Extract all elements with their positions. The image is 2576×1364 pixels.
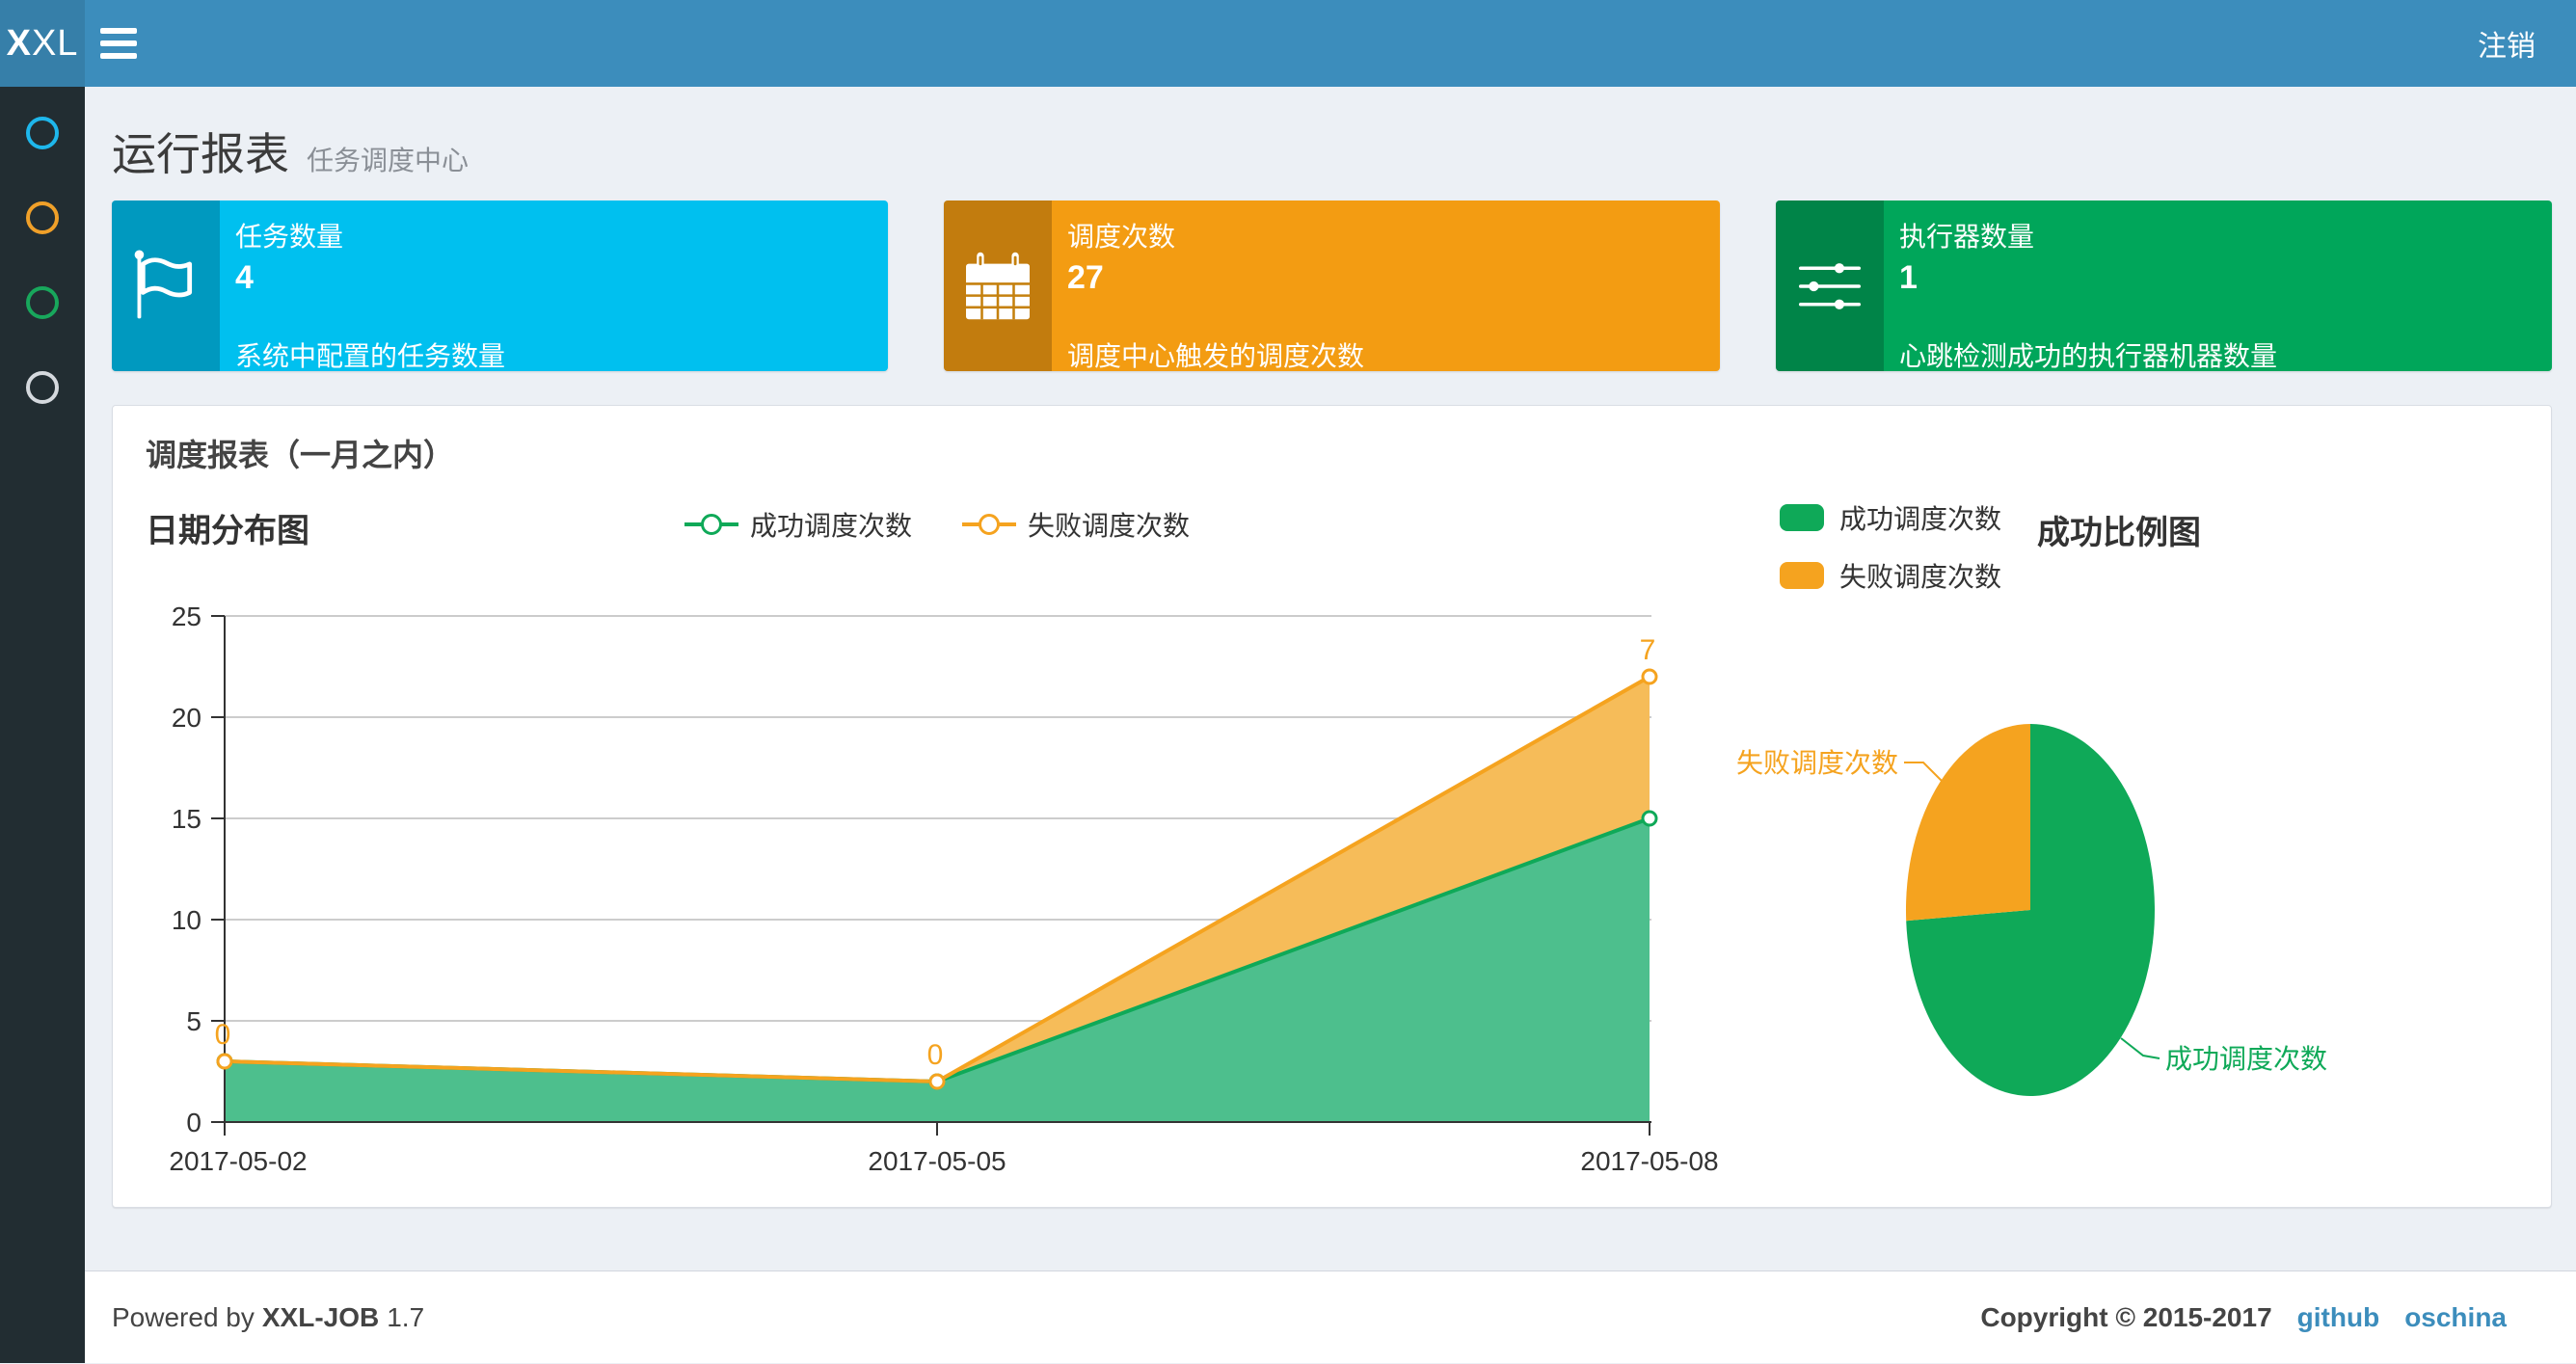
x-tick: 2017-05-08 bbox=[1580, 1146, 1718, 1176]
sidebar-item-dashboard[interactable] bbox=[0, 91, 85, 175]
logout-link[interactable]: 注销 bbox=[2437, 0, 2576, 87]
info-box-label: 任务数量 bbox=[235, 222, 344, 252]
info-box-content: 调度次数 27 调度中心触发的调度次数 bbox=[1052, 201, 1720, 371]
top-navbar: X XL 注销 bbox=[0, 0, 2576, 87]
circle-icon bbox=[26, 201, 59, 234]
product-version: 1.7 bbox=[387, 1302, 425, 1332]
circle-icon bbox=[26, 117, 59, 149]
data-label: 7 bbox=[1640, 634, 1656, 666]
product-name: XXL-JOB bbox=[261, 1302, 380, 1332]
y-tick: 10 bbox=[172, 905, 201, 935]
info-box-label: 调度次数 bbox=[1067, 222, 1176, 252]
success-label-line bbox=[2120, 1037, 2160, 1059]
page-header: 运行报表 任务调度中心 bbox=[112, 120, 469, 187]
x-axis-labels: 2017-05-02 2017-05-05 2017-05-08 bbox=[169, 1146, 1718, 1176]
info-box-job-count: 任务数量 4 系统中配置的任务数量 bbox=[112, 201, 888, 371]
info-box-content: 任务数量 4 系统中配置的任务数量 bbox=[220, 201, 888, 371]
logo-rest: XL bbox=[31, 22, 79, 64]
report-panel: 调度报表（一月之内） 日期分布图 成功调度次数 失败调度次数 成功调度次数 失败… bbox=[112, 405, 2552, 1208]
info-box-content: 执行器数量 1 心跳检测成功的执行器机器数量 bbox=[1884, 201, 2552, 371]
y-tick: 15 bbox=[172, 804, 201, 834]
footer: Powered by XXL-JOB 1.7 Copyright © 2015-… bbox=[85, 1270, 2576, 1363]
y-tick: 25 bbox=[172, 602, 201, 631]
hamburger-bar bbox=[100, 53, 137, 59]
hamburger-bar bbox=[100, 40, 137, 46]
calendar-icon bbox=[944, 201, 1052, 371]
logo-bold: X bbox=[6, 22, 32, 64]
sidebar-item-jobs[interactable] bbox=[0, 175, 85, 260]
point-marker bbox=[1641, 668, 1658, 685]
circle-icon bbox=[26, 286, 59, 319]
point-marker bbox=[928, 1073, 946, 1090]
page-title: 运行报表 bbox=[112, 129, 289, 179]
point-marker bbox=[216, 1053, 233, 1070]
powered-prefix: Powered by bbox=[112, 1302, 255, 1332]
sidebar-item-logs[interactable] bbox=[0, 345, 85, 430]
x-tick: 2017-05-02 bbox=[169, 1146, 307, 1176]
y-tick: 20 bbox=[172, 703, 201, 733]
info-box-value: 1 bbox=[1899, 259, 1918, 296]
y-tick: 5 bbox=[186, 1006, 201, 1036]
flag-icon bbox=[112, 201, 220, 371]
data-label: 0 bbox=[215, 1019, 231, 1051]
info-box-description: 系统中配置的任务数量 bbox=[235, 341, 506, 371]
github-link[interactable]: github bbox=[2297, 1302, 2380, 1333]
y-axis-labels: 0 5 10 15 20 25 bbox=[172, 602, 201, 1137]
summary-info-boxes: 任务数量 4 系统中配置的任务数量 调度次数 27 调度中心触发的调度次数 执行… bbox=[112, 201, 2552, 371]
app-logo[interactable]: X XL bbox=[0, 0, 85, 87]
sidebar bbox=[0, 87, 85, 1363]
info-box-value: 27 bbox=[1067, 259, 1104, 296]
footer-copyright: Copyright © 2015-2017 github oschina bbox=[1980, 1271, 2507, 1364]
hamburger-bar bbox=[100, 28, 137, 34]
copyright-text: Copyright © 2015-2017 bbox=[1980, 1302, 2272, 1332]
pie-label-success: 成功调度次数 bbox=[2165, 1044, 2327, 1074]
footer-powered-by: Powered by XXL-JOB 1.7 bbox=[112, 1271, 424, 1364]
sliders-icon bbox=[1776, 201, 1884, 371]
pie-label-fail: 失败调度次数 bbox=[1736, 748, 1898, 778]
page-subtitle: 任务调度中心 bbox=[307, 146, 470, 175]
sidebar-item-executors[interactable] bbox=[0, 260, 85, 345]
info-box-description: 调度中心触发的调度次数 bbox=[1067, 341, 1365, 371]
info-box-trigger-count: 调度次数 27 调度中心触发的调度次数 bbox=[944, 201, 1720, 371]
oschina-link[interactable]: oschina bbox=[2404, 1302, 2507, 1333]
fail-label-line bbox=[1904, 762, 1945, 785]
pie-slice-fail[interactable] bbox=[1905, 724, 2030, 922]
data-label: 0 bbox=[927, 1039, 944, 1071]
y-tick: 0 bbox=[186, 1108, 201, 1137]
info-box-description: 心跳检测成功的执行器机器数量 bbox=[1899, 341, 2278, 371]
circle-icon bbox=[26, 371, 59, 404]
point-marker bbox=[1641, 810, 1658, 827]
pie-chart: 失败调度次数 成功调度次数 bbox=[1736, 724, 2327, 1096]
info-box-value: 4 bbox=[235, 259, 254, 296]
charts-canvas: 0 5 10 15 20 25 2017-05-02 2017-05-05 20… bbox=[169, 602, 2327, 1176]
info-box-label: 执行器数量 bbox=[1899, 222, 2035, 252]
sidebar-toggle-icon[interactable] bbox=[100, 0, 162, 87]
info-box-executor-count: 执行器数量 1 心跳检测成功的执行器机器数量 bbox=[1776, 201, 2552, 371]
x-tick: 2017-05-05 bbox=[868, 1146, 1006, 1176]
